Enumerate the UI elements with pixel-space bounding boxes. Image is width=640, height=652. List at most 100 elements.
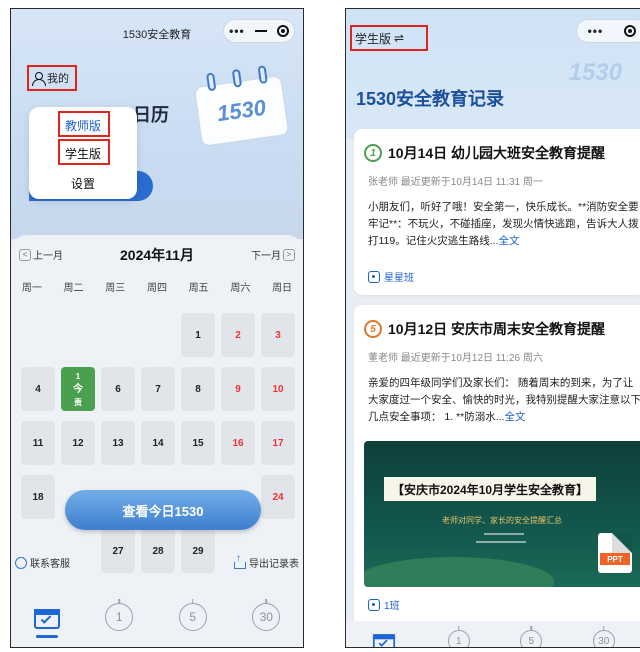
tab-calendar[interactable] [33, 605, 60, 638]
tag-icon [368, 598, 380, 611]
tab-calendar[interactable] [373, 631, 396, 647]
hero-title-partial: 日历 [133, 105, 169, 125]
calendar-day[interactable]: 16 [221, 421, 255, 465]
weekday-label: 周二 [63, 283, 84, 294]
class-tag[interactable]: 星星班 [368, 269, 414, 284]
calendar-day[interactable]: 1 [181, 313, 215, 357]
export-records-button[interactable]: 导出记录表 [234, 553, 299, 570]
bottom-tabbar: 1 5 30 [346, 621, 640, 647]
teacher-app-screen: 1530安全教育 ••• 我的 日历 1530 教师版 学生版 设置 < 上一月… [10, 8, 304, 648]
calendar-day[interactable]: 15 [181, 421, 215, 465]
weekday-label: 周三 [105, 283, 126, 294]
export-label: 导出记录表 [249, 559, 299, 570]
calendar-day[interactable]: 24 [261, 475, 295, 519]
version-switch-button[interactable]: 学生版 ⇌ [350, 25, 428, 51]
chat-icon [15, 553, 27, 569]
record-card[interactable]: 1 10月14日 幼儿园大班安全教育提醒 张老师 最近更新于10月14日 11:… [354, 129, 640, 295]
calendar-day[interactable]: 8 [181, 367, 215, 411]
minimize-icon[interactable] [254, 30, 267, 32]
record-meta: 董老师 最近更新于10月12日 11:26 周六 [368, 353, 543, 364]
bottom-tabbar: 1 5 30 [11, 587, 303, 647]
calendar-day[interactable]: 6 [101, 367, 135, 411]
next-month-label: 下一月 [251, 251, 281, 262]
student-app-screen: 学生版 ⇌ ••• 1530 1530安全教育记录 1 10月14日 幼儿园大班… [345, 8, 640, 648]
menu-settings[interactable]: 设置 [29, 175, 137, 192]
highlight-box [58, 111, 110, 137]
tab-1-minute[interactable]: 1 [447, 630, 470, 647]
class-tag-label: 星星班 [384, 273, 414, 284]
version-label: 学生版 [355, 31, 392, 46]
calendar-day[interactable]: 13 [101, 421, 135, 465]
one-minute-badge-icon: 1 [364, 144, 382, 162]
banner-title: 【安庆市2024年10月学生安全教育】 [384, 477, 597, 501]
ppt-label: PPT [600, 553, 630, 565]
record-title: 10月14日 幼儿园大班安全教育提醒 [388, 145, 606, 161]
calendar-illustration-number: 1530 [215, 94, 268, 127]
calendar-day[interactable]: 18 [21, 475, 55, 519]
record-body: 亲爱的四年级同学们及家长们： 随着周末的到来，为了让大家度过一个安全、愉快的时光… [368, 375, 640, 426]
tag-icon [368, 270, 380, 283]
ppt-file-icon: PPT [598, 533, 632, 573]
record-title: 10月12日 安庆市周末安全教育提醒 [388, 321, 606, 337]
my-label: 我的 [47, 73, 69, 85]
class-tag-label: 1班 [384, 601, 400, 612]
record-body: 小朋友们，听好了哦！安全第一，快乐成长。**消防安全要牢记**：不玩火，不碰插座… [368, 199, 640, 250]
today-label: 今 [73, 383, 83, 395]
page-title: 1530安全教育记录 [356, 89, 505, 109]
ppt-cover-image[interactable]: 【安庆市2024年10月学生安全教育】 老师对同学、家长的安全提醒汇总 PPT [364, 441, 640, 587]
calendar-day[interactable]: 11 [21, 421, 55, 465]
tab-1-minute[interactable]: 1 [105, 603, 134, 631]
calendar-day[interactable]: 14 [141, 421, 175, 465]
calendar-day[interactable]: 12 [61, 421, 95, 465]
close-target-icon[interactable] [276, 25, 289, 37]
next-month-button[interactable]: 下一月 > [251, 247, 295, 262]
weekday-header: 周一 周二 周三 周四 周五 周六 周日 [11, 279, 303, 294]
class-tag[interactable]: 1班 [368, 597, 400, 612]
calendar-day[interactable]: 27 [101, 529, 135, 573]
record-meta: 张老师 最近更新于10月14日 11:31 周一 [368, 177, 543, 188]
more-icon[interactable]: ••• [588, 24, 604, 38]
weekday-label: 周日 [272, 283, 293, 294]
weekday-label: 周一 [21, 283, 42, 294]
close-target-icon[interactable] [624, 25, 637, 37]
calendar-day-today[interactable]: 1 今 责 [61, 367, 95, 411]
calendar-day[interactable]: 4 [21, 367, 55, 411]
miniapp-capsule[interactable]: ••• [223, 19, 295, 43]
tab-5-minute[interactable]: 5 [520, 630, 543, 647]
calendar-illustration: 1530 [192, 61, 290, 152]
today-sub: 责 [74, 397, 82, 407]
today-badge: 1 [75, 371, 81, 381]
calendar-day[interactable]: 3 [261, 313, 295, 357]
calendar-day[interactable]: 9 [221, 367, 255, 411]
tab-30-minute[interactable]: 30 [592, 630, 615, 647]
view-today-button[interactable]: 查看今日1530 [65, 490, 261, 530]
calendar-day[interactable]: 10 [261, 367, 295, 411]
person-icon [32, 71, 46, 86]
contact-label: 联系客服 [30, 559, 70, 570]
banner-subtitle: 老师对同学、家长的安全提醒汇总 [442, 516, 562, 525]
full-text-link[interactable]: 全文 [499, 235, 520, 247]
tab-5-minute[interactable]: 5 [178, 603, 207, 631]
more-icon[interactable]: ••• [229, 24, 245, 38]
miniapp-capsule[interactable]: ••• [576, 19, 640, 43]
watermark-number: 1530 [568, 59, 622, 86]
weekday-label: 周四 [146, 283, 167, 294]
highlight-box [58, 139, 110, 165]
calendar-day[interactable]: 28 [141, 529, 175, 573]
weekday-label: 周五 [188, 283, 209, 294]
calendar-day[interactable]: 7 [141, 367, 175, 411]
record-card[interactable]: 5 10月12日 安庆市周末安全教育提醒 董老师 最近更新于10月12日 11:… [354, 305, 640, 645]
full-text-link[interactable]: 全文 [505, 411, 526, 423]
my-button[interactable]: 我的 [27, 65, 77, 91]
weekday-label: 周六 [230, 283, 251, 294]
calendar-day[interactable]: 17 [261, 421, 295, 465]
calendar-day[interactable]: 29 [181, 529, 215, 573]
swap-icon: ⇌ [394, 31, 405, 45]
contact-support-button[interactable]: 联系客服 [15, 553, 70, 570]
version-dropdown: 教师版 学生版 设置 [29, 107, 137, 199]
calendar-day[interactable]: 2 [221, 313, 255, 357]
export-icon [234, 553, 246, 569]
five-minute-badge-icon: 5 [364, 320, 382, 338]
chevron-right-icon: > [283, 248, 295, 261]
tab-30-minute[interactable]: 30 [252, 603, 281, 631]
